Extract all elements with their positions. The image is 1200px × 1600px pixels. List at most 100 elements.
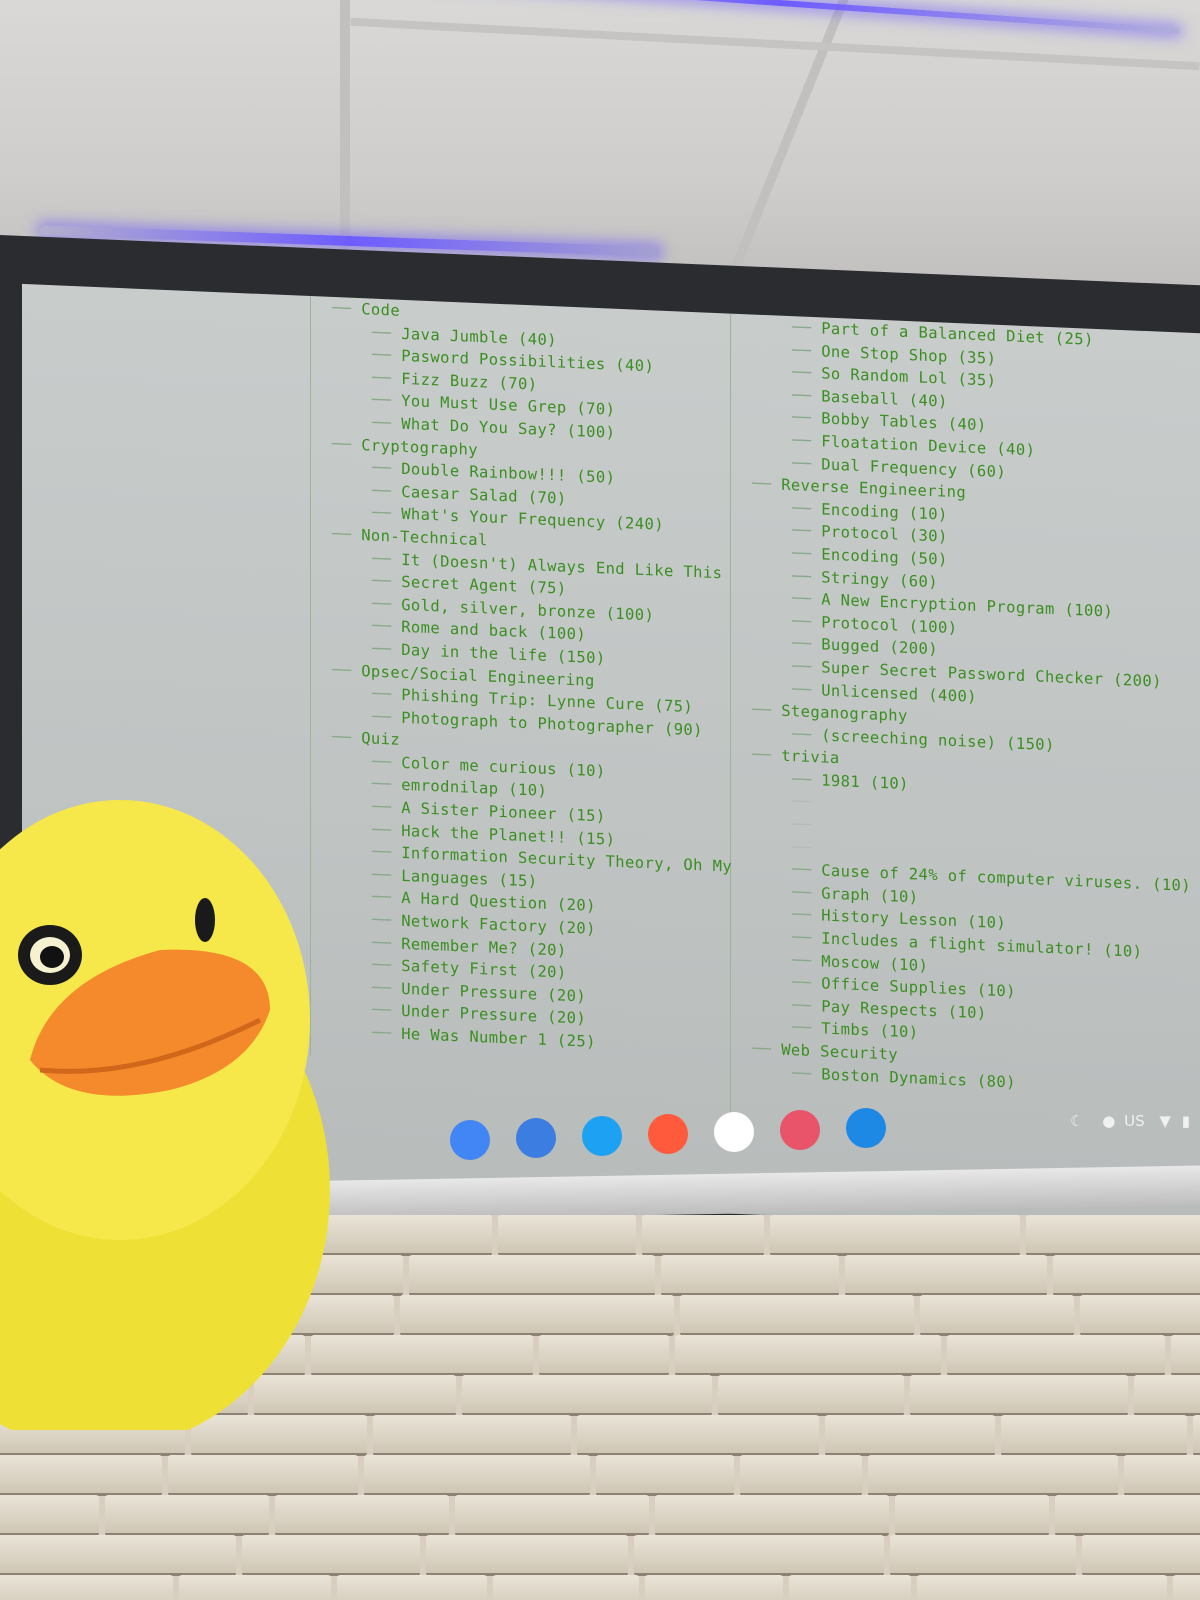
tree-connector: ── [372,888,402,908]
wall-stone [680,1295,914,1336]
wall-stone [895,1495,1049,1536]
tree-connector: ── [792,770,822,790]
tree-connector: ── [792,815,822,835]
tree-connector: ── [372,865,402,885]
wall-stone [426,1535,628,1576]
wall-stone [718,1375,904,1416]
wall-stone [400,1295,674,1336]
tree-connector: ── [332,728,362,748]
tree-connector: ── [372,955,402,976]
tree-node-label: Graph (10) [821,884,919,907]
screen-icon[interactable] [846,1108,886,1148]
wall-stone [498,1215,636,1256]
wall-stone [845,1255,1047,1296]
wall-stone [1124,1455,1200,1496]
wall-stone [910,1375,1128,1416]
files-icon[interactable] [516,1118,556,1158]
tree-connector: ── [372,594,402,614]
wall-stone [947,1335,1165,1376]
challenge-tree-left: ── Code ── Java Jumble (40) ── Pasword Pos… [302,296,732,1060]
challenge-tree-right: ── Part of a Balanced Diet (25) ── One St… [722,313,1191,1101]
tree-connector: ── [372,390,402,411]
wall-stone [0,1535,236,1576]
wall-stone [409,1255,655,1296]
tree-connector: ── [372,458,402,478]
wall-stone [539,1335,669,1376]
tree-connector: ── [792,566,822,586]
tree-node-label: Timbs (10) [821,1019,919,1042]
tree-connector: ── [792,408,822,428]
wall-stone [462,1375,712,1416]
moon-icon: ☾ [1070,1112,1084,1130]
tree-node-label: Languages (15) [401,866,538,891]
tree-connector: ── [372,684,402,704]
wall-stone [1053,1255,1200,1296]
tree-connector: ── [792,792,822,812]
tree-connector: ── [792,905,822,925]
wall-stone [1193,1415,1200,1456]
tree-connector: ── [372,323,402,343]
wall-stone [1134,1375,1200,1416]
wall-stone [825,1415,995,1456]
wall-stone [337,1575,487,1600]
plush-duck [0,800,330,1430]
tree-connector: ── [372,549,402,569]
tree-connector: ── [372,978,402,998]
wall-stone [661,1255,839,1296]
tree-connector: ── [372,345,402,366]
tree-connector: ── [792,521,822,541]
tree-connector: ── [792,928,822,948]
tree-node-label: Stringy (60) [821,567,938,591]
tree-connector: ── [792,883,822,903]
wall-stone [675,1335,941,1376]
tree-connector: ── [372,707,402,727]
chrome-icon[interactable] [450,1120,490,1160]
tree-connector: ── [792,860,822,880]
play-icon[interactable] [648,1114,688,1154]
tree-connector: ── [372,910,402,930]
tree-connector: ── [372,368,402,388]
wall-stone [770,1215,1020,1256]
twitter-icon[interactable] [582,1116,622,1156]
tree-node-label: Code [361,300,401,320]
tree-connector: ── [752,745,782,766]
tree-connector: ── [372,481,402,501]
tree-connector: ── [792,657,822,677]
wall-stone [105,1495,269,1536]
wall-stone [242,1535,420,1576]
tree-connector: ── [792,498,822,519]
tree-connector: ── [792,996,822,1016]
wall-stone [890,1535,1076,1576]
wall-stone [455,1495,649,1536]
tree-node-label: trivia [781,747,840,768]
wall-stone [789,1575,911,1600]
ceiling-grid [340,0,350,250]
stack-icon[interactable] [780,1110,820,1150]
tree-connector: ── [372,1000,402,1021]
wall-stone [168,1455,358,1496]
tree-connector: ── [752,700,782,720]
wall-stone [364,1455,590,1496]
tree-connector: ── [332,524,362,545]
wall-stone [179,1575,331,1600]
tree-connector: ── [792,950,822,971]
tree-node-label: 1981 (10) [821,771,909,793]
wall-stone [1080,1295,1200,1336]
tree-connector: ── [792,589,822,609]
system-tray[interactable]: ☾ ● US ▼ ▮ [1070,1112,1190,1130]
tree-node-label: Encoding (50) [821,545,948,569]
wifi-icon: ▼ [1159,1112,1171,1130]
wall-stone [920,1295,1074,1336]
notion-icon[interactable] [714,1112,754,1152]
duck-pupil [40,946,64,968]
tree-node-label: Web Security [781,1040,898,1064]
wall-stone [645,1575,783,1600]
tree-connector: ── [752,1039,782,1059]
tree-node-label: Non-Technical [361,526,488,550]
tree-node-label: emrodnilap (10) [401,776,548,801]
tree-node-label: Encoding (10) [821,500,948,524]
wall-stone [275,1495,449,1536]
tree-connector: ── [372,775,402,795]
tree-node-label: Fizz Buzz (70) [401,369,538,394]
tree-connector: ── [332,434,362,454]
